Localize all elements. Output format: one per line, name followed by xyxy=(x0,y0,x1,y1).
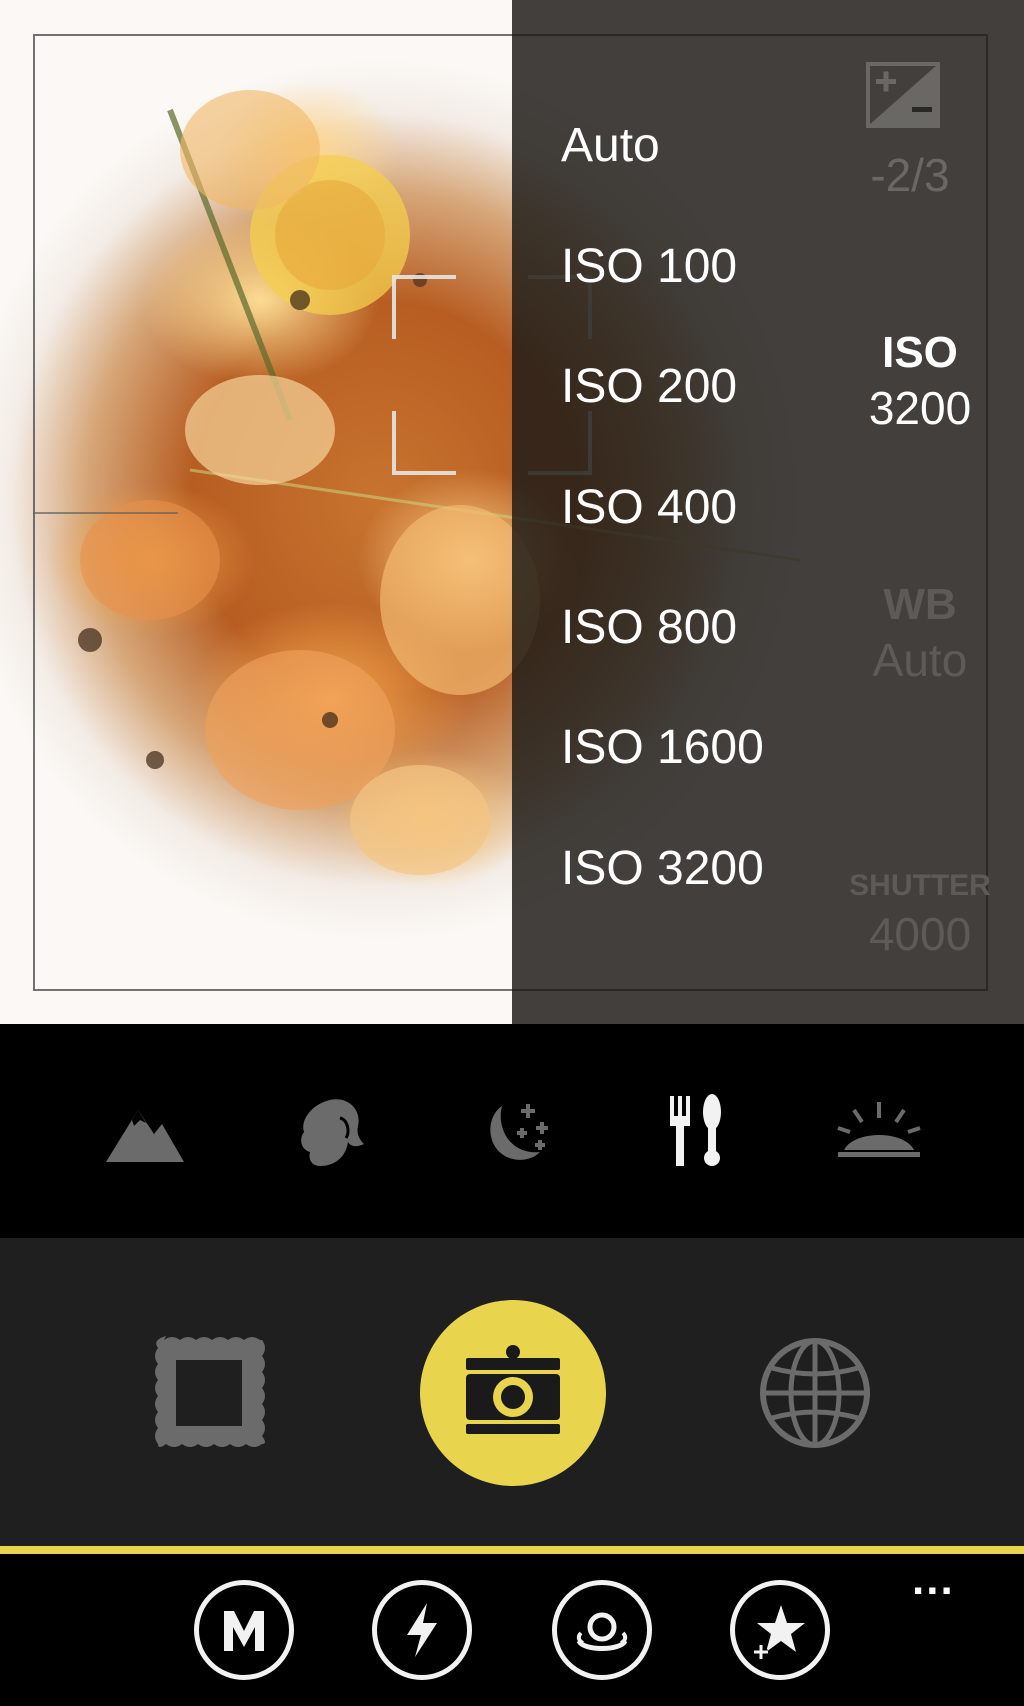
sunset-icon[interactable] xyxy=(834,1092,924,1172)
white-balance-label: WB xyxy=(883,580,957,629)
more-options-button[interactable]: ... xyxy=(912,1558,982,1602)
app-bar xyxy=(0,1554,1024,1706)
iso-option-auto[interactable]: Auto xyxy=(561,106,821,186)
portrait-icon[interactable] xyxy=(290,1092,380,1172)
manual-mode-icon xyxy=(224,1611,264,1651)
iso-option-1600[interactable]: ISO 1600 xyxy=(561,708,821,788)
exposure-value[interactable]: -2/3 xyxy=(840,148,980,202)
iso-option-3200[interactable]: ISO 3200 xyxy=(561,829,821,909)
shutter-button[interactable] xyxy=(420,1300,606,1486)
white-balance-value: Auto xyxy=(872,634,968,686)
exposure-compensation-icon[interactable] xyxy=(866,62,940,128)
iso-value: 3200 xyxy=(868,382,972,434)
lens-swap-button[interactable] xyxy=(552,1580,652,1680)
iso-option-100[interactable]: ISO 100 xyxy=(561,227,821,307)
iso-label: ISO xyxy=(882,328,958,377)
camera-shutter-icon xyxy=(466,1345,560,1434)
flash-icon xyxy=(407,1603,437,1657)
landscape-icon[interactable] xyxy=(100,1092,190,1172)
iso-option-400[interactable]: ISO 400 xyxy=(561,468,821,548)
globe-icon[interactable] xyxy=(758,1336,872,1450)
white-balance-setting[interactable]: WB Auto xyxy=(840,578,1000,688)
shutter-setting[interactable]: SHUTTER 4000 xyxy=(840,866,1000,962)
lens-swap-icon xyxy=(576,1612,628,1651)
shutter-value: 4000 xyxy=(868,908,972,960)
manual-mode-button[interactable] xyxy=(194,1580,294,1680)
iso-option-200[interactable]: ISO 200 xyxy=(561,347,821,427)
food-icon[interactable] xyxy=(652,1092,742,1172)
iso-option-800[interactable]: ISO 800 xyxy=(561,588,821,668)
night-icon[interactable] xyxy=(472,1092,562,1172)
frame-icon[interactable] xyxy=(150,1334,268,1452)
effects-button[interactable] xyxy=(730,1580,830,1680)
shutter-label: SHUTTER xyxy=(849,869,991,902)
iso-setting[interactable]: ISO 3200 xyxy=(840,326,1000,436)
accent-divider xyxy=(0,1546,1024,1554)
flash-button[interactable] xyxy=(372,1580,472,1680)
grid-line xyxy=(33,512,178,514)
effects-icon xyxy=(754,1605,805,1659)
